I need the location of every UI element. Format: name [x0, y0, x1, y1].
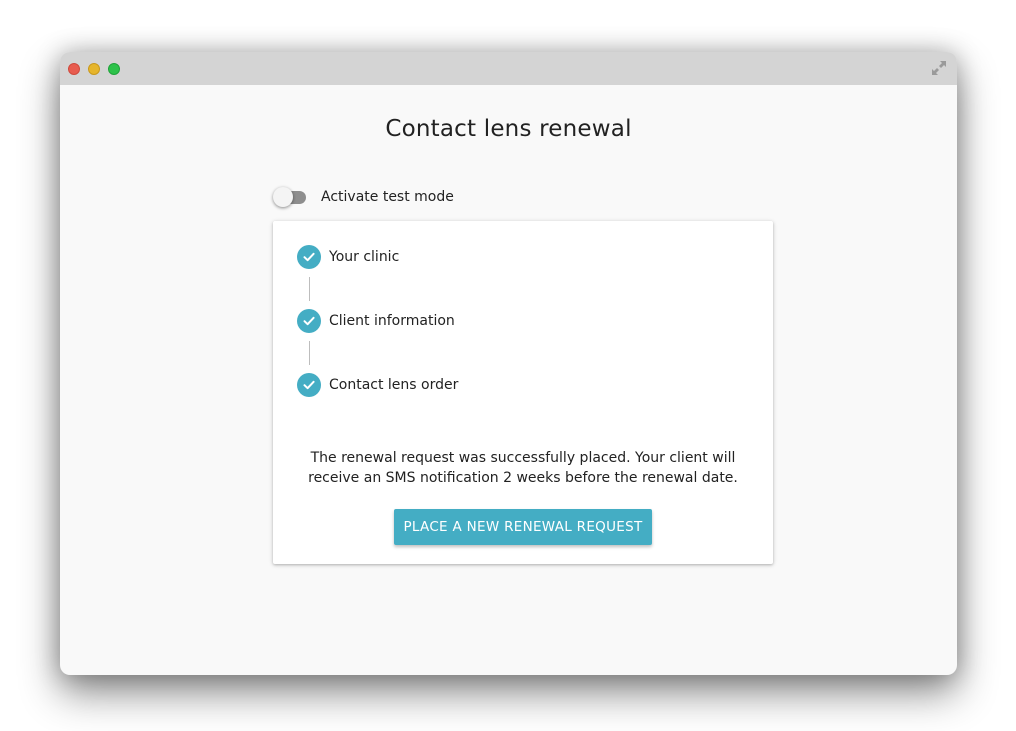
window-close-button[interactable]: [68, 63, 80, 75]
step-connector: [309, 341, 310, 365]
check-icon: [297, 309, 321, 333]
step-client-information: Client information: [297, 309, 455, 333]
check-icon: [297, 373, 321, 397]
app-window: Contact lens renewal Activate test mode …: [60, 52, 957, 675]
step-label: Contact lens order: [329, 377, 459, 393]
test-mode-toggle[interactable]: [273, 186, 307, 208]
place-new-renewal-request-button[interactable]: PLACE A NEW RENEWAL REQUEST: [394, 509, 652, 545]
check-icon: [297, 245, 321, 269]
test-mode-row: Activate test mode: [273, 186, 454, 208]
toggle-thumb[interactable]: [273, 187, 293, 207]
window-minimize-button[interactable]: [88, 63, 100, 75]
window-titlebar: [60, 52, 957, 85]
step-contact-lens-order: Contact lens order: [297, 373, 458, 397]
fullscreen-icon[interactable]: [931, 60, 947, 76]
step-connector: [309, 277, 310, 301]
page-title: Contact lens renewal: [385, 116, 632, 142]
confirmation-message: The renewal request was successfully pla…: [308, 450, 738, 486]
renewal-status-card: Your clinic Client information Contact l…: [273, 221, 773, 564]
test-mode-label: Activate test mode: [321, 189, 454, 205]
window-maximize-button[interactable]: [108, 63, 120, 75]
step-label: Client information: [329, 313, 455, 329]
step-your-clinic: Your clinic: [297, 245, 399, 269]
step-label: Your clinic: [329, 249, 400, 265]
